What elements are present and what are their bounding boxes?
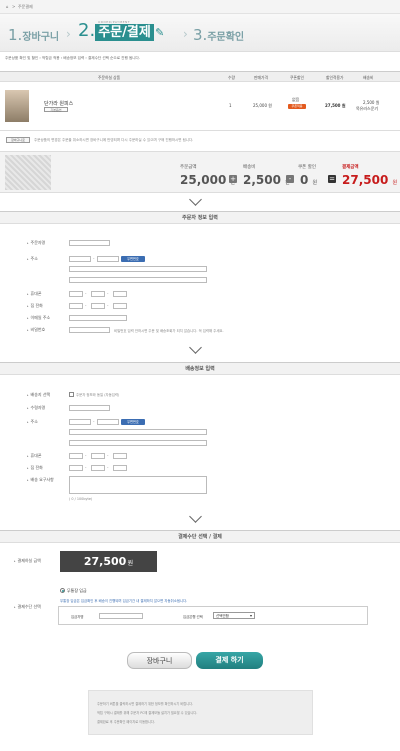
shipping-phone1-input[interactable]	[69, 465, 83, 471]
order-amount: 25,000 원	[180, 173, 236, 187]
orderer-mobile3-input[interactable]	[113, 291, 127, 297]
equals-icon: =	[328, 175, 336, 183]
recipient-name-input[interactable]	[69, 405, 110, 411]
orderer-email-input[interactable]	[69, 315, 127, 321]
shipping-amount: 2,500 원	[243, 173, 290, 187]
orderer-phone1-input[interactable]	[69, 303, 83, 309]
orderer-zip-button[interactable]: 우편번호	[121, 256, 145, 262]
coupon-status: 없음	[292, 97, 300, 102]
quantity: 1	[229, 103, 232, 108]
option-badge: 기본옵션	[44, 107, 68, 112]
minus-icon: -	[286, 175, 294, 183]
shipping-address1-input[interactable]	[69, 429, 207, 435]
orderer-phone2-input[interactable]	[91, 303, 105, 309]
decorative-stamp	[5, 155, 51, 190]
shipping-section-title: 배송정보 입력	[0, 362, 400, 375]
orderer-address1-input[interactable]	[69, 266, 207, 272]
bank-transfer-radio[interactable]	[60, 588, 65, 593]
unit-price: 25,000 원	[253, 103, 272, 108]
shipping-mobile1-input[interactable]	[69, 453, 83, 459]
orderer-mobile2-input[interactable]	[91, 291, 105, 297]
plus-icon: +	[229, 175, 237, 183]
shipping-phone3-input[interactable]	[113, 465, 127, 471]
orderer-mobile1-input[interactable]	[69, 291, 83, 297]
payment-method-note: 무통장 입금은 입금확인 후 배송이 진행되며 입금기간 내 결제하지 않으면 …	[60, 599, 188, 603]
chevron-down-icon	[190, 198, 202, 204]
same-as-orderer-checkbox[interactable]	[69, 392, 74, 397]
cart-item-row: 단가라 원피스 기본옵션 1 25,000 원 없음 쿠폰적용 27,500 원…	[0, 82, 400, 131]
payment-section-title: 결제수단 선택 / 결제	[0, 530, 400, 543]
order-flow-text: 주문상품 확인 및 할인 › 적립금 적용 › 배송정보 입력 › 결제수단 선…	[5, 56, 140, 60]
byte-counter: ( 0 / 100byte)	[69, 497, 93, 501]
back-to-cart-button[interactable]: 장바구니로	[6, 137, 30, 143]
shipping-zip2-input[interactable]	[97, 419, 119, 425]
step-payment: ORDER/PAYMENT 2. 주문/결제 ✎	[78, 20, 165, 41]
delivery-request-textarea[interactable]	[69, 476, 207, 494]
pen-icon: ✎	[155, 26, 165, 39]
orderer-zip2-input[interactable]	[97, 256, 119, 262]
shipping-address2-input[interactable]	[69, 440, 207, 446]
final-price: 27,500 원	[325, 103, 346, 108]
product-thumbnail[interactable]	[5, 90, 29, 122]
product-name[interactable]: 단가라 원피스	[44, 100, 73, 107]
password-hint: 비밀번호 입력 안하시면 주문 및 배송조회가 되지 않습니다. 꼭 입력해 주…	[114, 329, 224, 333]
bank-select[interactable]: 선택안함	[213, 612, 255, 619]
shipping-phone2-input[interactable]	[91, 465, 105, 471]
order-steps: 1.장바구니 › ORDER/PAYMENT 2. 주문/결제 ✎ › 3.주문확…	[0, 14, 400, 52]
home-icon[interactable]: ⌂	[6, 4, 9, 9]
depositor-name-input[interactable]	[99, 613, 143, 619]
step-cart: 1.장바구니	[8, 26, 60, 44]
deposit-info-box: 입금자명 입금은행 선택 선택안함	[58, 606, 368, 625]
orderer-section-title: 주문자 정보 입력	[0, 211, 400, 224]
orderer-zip1-input[interactable]	[69, 256, 91, 262]
top-breadcrumb-bar: ⌂ > 주문결제	[0, 0, 400, 14]
cart-button[interactable]: 장바구니	[127, 652, 192, 669]
pay-button[interactable]: 결제 하기	[196, 652, 263, 669]
orderer-name-input[interactable]	[69, 240, 110, 246]
chevron-down-icon	[190, 346, 202, 352]
shipping-zip1-input[interactable]	[69, 419, 91, 425]
footer-notice: 주문하기 버튼을 클릭하시면 결제하기 위한 정보를 확인하시기 바랍니다. 적…	[88, 690, 313, 735]
coupon-discount: 0 원	[300, 173, 318, 187]
step-chevron-icon: ›	[66, 27, 71, 41]
cart-notice: 주문상품의 변경은 주문을 취소하시면 장바구니에 반영되며 다시 주문하실 수…	[34, 138, 194, 142]
orderer-address2-input[interactable]	[69, 277, 207, 283]
orderer-phone3-input[interactable]	[113, 303, 127, 309]
payment-summary: 주문금액 25,000 원 + 배송비 2,500 원 - 쿠폰 할인 0 원 …	[0, 151, 400, 193]
apply-coupon-button[interactable]: 쿠폰적용	[288, 104, 306, 109]
total-amount: 27,500 원	[342, 173, 398, 187]
shipping-mobile3-input[interactable]	[113, 453, 127, 459]
chevron-down-icon	[190, 515, 202, 521]
shipping-zip-button[interactable]: 우편번호	[121, 419, 145, 425]
shipping-mobile2-input[interactable]	[91, 453, 105, 459]
orderer-password-input[interactable]	[69, 327, 110, 333]
breadcrumb-current: 주문결제	[18, 4, 33, 9]
shipping-type: 목유러스운기	[356, 106, 379, 111]
cart-table-header: 주문하실 상품 수량 판매가격 쿠폰할인 할인적용가 배송비	[0, 71, 400, 82]
step-chevron-icon: ›	[183, 27, 188, 41]
step-confirm: 3.주문확인	[193, 26, 245, 44]
payment-amount-box: 27,500 원	[60, 551, 157, 572]
